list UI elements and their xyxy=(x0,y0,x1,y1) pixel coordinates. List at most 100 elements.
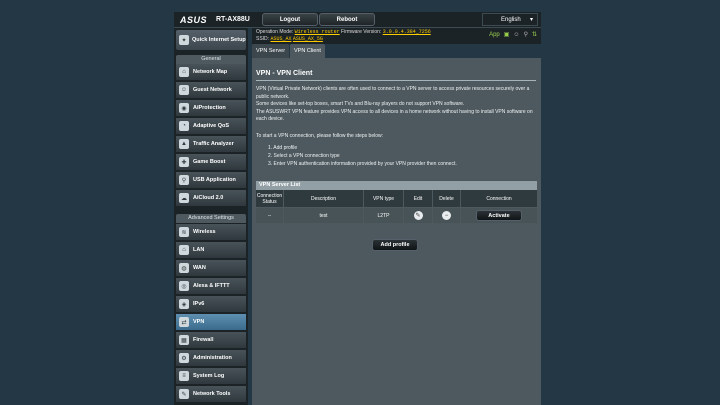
column-header: Connection xyxy=(486,195,512,202)
column-header: Edit xyxy=(404,190,433,207)
sidebar-item-label: Administration xyxy=(193,355,232,361)
globe-icon: ◍ xyxy=(179,263,189,273)
title-divider xyxy=(256,80,536,81)
advanced-settings-header: Advanced Settings xyxy=(176,214,246,223)
sidebar-item-label: USB Application xyxy=(193,177,236,183)
activate-button[interactable]: Activate xyxy=(476,210,522,221)
tab-vpn-client[interactable]: VPN Client xyxy=(290,44,325,58)
sidebar-item-wireless[interactable]: ≋ Wireless xyxy=(176,224,246,241)
sidebar-item-guest-network[interactable]: ☺ Guest Network xyxy=(176,82,246,99)
operation-info: Operation Mode: Wireless router Firmware… xyxy=(256,29,431,35)
firmware-label: Firmware Version: xyxy=(341,29,382,35)
op-mode-link[interactable]: Wireless router xyxy=(295,29,340,35)
language-value: English xyxy=(501,16,521,23)
chevron-down-icon: ▾ xyxy=(529,17,533,23)
reboot-button[interactable]: Reboot xyxy=(319,13,375,26)
sidebar-item-aiprotection[interactable]: ◉ AiProtection xyxy=(176,100,246,117)
vpn-icon: ⇄ xyxy=(179,317,189,327)
sidebar-item-alexa-ifttt[interactable]: ◎ Alexa & IFTTT xyxy=(176,278,246,295)
ssid-info: SSID: ASUS_AX ASUS_AX_5G xyxy=(256,36,323,42)
delete-cell: − xyxy=(433,208,461,223)
edit-icon[interactable]: ✎ xyxy=(413,211,423,220)
ipv6-icon: ◈ xyxy=(179,299,189,309)
sidebar-item-lan[interactable]: ⌂ LAN xyxy=(176,242,246,259)
column-header: VPN type xyxy=(364,190,404,207)
status-icons: App ▣ ☺ ⚲ ⇅ xyxy=(489,31,537,39)
sidebar-item-network-map[interactable]: ⌂ Network Map xyxy=(176,64,246,81)
description-cell: test xyxy=(284,208,364,223)
sidebar-item-label: Adaptive QoS xyxy=(193,123,230,129)
sidebar-item-adaptive-qos[interactable]: ◔ Adaptive QoS xyxy=(176,118,246,135)
sidebar-item-label: IPv6 xyxy=(193,301,205,307)
qis-label: Quick Internet Setup xyxy=(192,37,246,43)
logout-button[interactable]: Logout xyxy=(262,13,318,26)
sidebar-item-label: AiProtection xyxy=(193,105,226,111)
sidebar-item-label: Firewall xyxy=(193,337,214,343)
description: VPN (Virtual Private Network) clients ar… xyxy=(256,86,536,124)
tab-bar: VPN Server VPN Client xyxy=(252,44,325,58)
network-map-icon: ⌂ xyxy=(179,67,189,77)
page-title: VPN - VPN Client xyxy=(256,70,313,77)
delete-icon[interactable]: − xyxy=(442,211,451,220)
network-tools-icon: ✎ xyxy=(179,389,189,399)
description-line: VPN (Virtual Private Network) clients ar… xyxy=(256,86,530,100)
wizard-icon: ✦ xyxy=(179,35,189,45)
gamepad-icon: ✚ xyxy=(179,157,189,167)
app-icon[interactable]: ▣ xyxy=(504,31,510,38)
sidebar-item-label: Alexa & IFTTT xyxy=(193,283,230,289)
ssid-24g-link[interactable]: ASUS_AX xyxy=(270,36,291,42)
network-status-icon[interactable]: ⇅ xyxy=(532,31,537,38)
info-bar: Operation Mode: Wireless router Firmware… xyxy=(252,28,541,44)
sidebar-item-firewall[interactable]: ▦ Firewall xyxy=(176,332,246,349)
asus-logo: ASUS xyxy=(180,15,208,25)
sidebar-item-system-log[interactable]: ≡ System Log xyxy=(176,368,246,385)
sidebar-item-usb-application[interactable]: ⚲ USB Application xyxy=(176,172,246,189)
sidebar-item-vpn[interactable]: ⇄ VPN xyxy=(176,314,246,331)
steps: To start a VPN connection, please follow… xyxy=(256,132,536,168)
traffic-analyzer-icon: ▲ xyxy=(179,139,189,149)
wireless-icon: ≋ xyxy=(179,227,189,237)
sidebar-item-label: VPN xyxy=(193,319,205,325)
tab-vpn-server[interactable]: VPN Server xyxy=(252,44,290,58)
edit-cell: ✎ xyxy=(404,208,433,223)
qos-icon: ◔ xyxy=(179,121,189,131)
sidebar-item-traffic-analyzer[interactable]: ▲ Traffic Analyzer xyxy=(176,136,246,153)
sidebar-item-label: System Log xyxy=(193,373,225,379)
firewall-icon: ▦ xyxy=(179,335,189,345)
step-item: 3. Enter VPN authentication information … xyxy=(268,161,457,167)
administration-icon: ⚙ xyxy=(179,353,189,363)
sidebar-item-network-tools[interactable]: ✎ Network Tools xyxy=(176,386,246,403)
main-panel: VPN - VPN Client VPN (Virtual Private Ne… xyxy=(252,58,541,405)
step-item: 2. Select a VPN connection type xyxy=(268,153,340,159)
column-header: Connection Status xyxy=(256,190,284,207)
ssid-5g-link[interactable]: ASUS_AX_5G xyxy=(293,36,323,42)
sidebar-item-label: Guest Network xyxy=(193,87,232,93)
language-select[interactable]: English ▾ xyxy=(482,13,538,26)
quick-internet-setup[interactable]: ✦ Quick Internet Setup xyxy=(176,30,246,50)
usb-status-icon[interactable]: ⚲ xyxy=(524,31,528,38)
sidebar-item-aicloud-2-0[interactable]: ☁ AiCloud 2.0 xyxy=(176,190,246,207)
sidebar-item-label: Traffic Analyzer xyxy=(193,141,234,147)
description-line: The ASUSWRT VPN feature provides VPN acc… xyxy=(256,108,533,123)
column-header: Description xyxy=(284,190,364,207)
sidebar-item-administration[interactable]: ⚙ Administration xyxy=(176,350,246,367)
sidebar-item-wan[interactable]: ◍ WAN xyxy=(176,260,246,277)
cloud-icon: ☁ xyxy=(179,193,189,203)
guest-network-icon: ☺ xyxy=(179,85,189,95)
description-line: Some devices like set-top boxes, smart T… xyxy=(256,101,465,107)
column-header: Delete xyxy=(433,190,461,207)
step-item: 1. Add profile xyxy=(268,145,298,151)
steps-intro: To start a VPN connection, please follow… xyxy=(256,133,384,139)
vpn-server-list-table: VPN Server List Connection Status Descri… xyxy=(256,181,537,224)
connection-status-cell: -- xyxy=(256,208,284,223)
sidebar-item-label: WAN xyxy=(193,265,206,271)
sidebar-item-game-boost[interactable]: ✚ Game Boost xyxy=(176,154,246,171)
connection-cell: Activate xyxy=(461,208,537,223)
firmware-link[interactable]: 3.0.0.4.384_7256 xyxy=(383,29,431,35)
client-icon[interactable]: ☺ xyxy=(513,32,519,38)
sidebar-item-label: Network Tools xyxy=(193,391,231,397)
sidebar-item-ipv6[interactable]: ◈ IPv6 xyxy=(176,296,246,313)
op-mode-label: Operation Mode: xyxy=(256,29,294,35)
add-profile-button[interactable]: Add profile xyxy=(372,239,418,251)
app-label[interactable]: App xyxy=(489,32,500,38)
